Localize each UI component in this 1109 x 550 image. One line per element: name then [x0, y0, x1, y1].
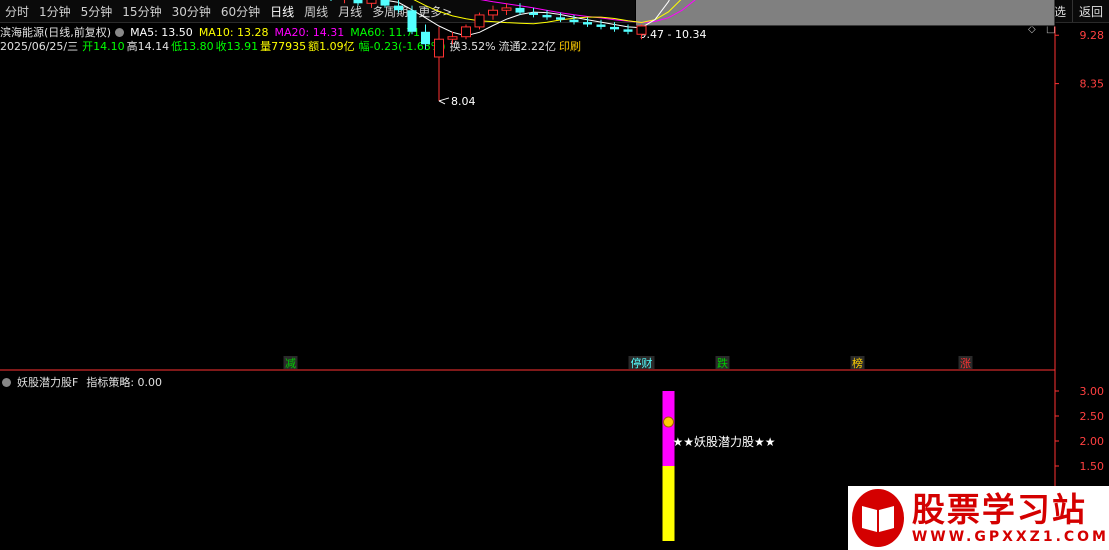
event-tag: 涨 — [960, 357, 971, 370]
candle-body — [596, 24, 606, 27]
price-tick-label: 9.28 — [1080, 29, 1105, 42]
indicator-settings-icon[interactable] — [2, 377, 11, 387]
candle-body — [636, 25, 647, 35]
candle-body — [394, 5, 403, 11]
watermark-url: WWW.GPXXZ1.COM — [911, 529, 1109, 545]
candle-body — [610, 26, 619, 30]
indicator-bar — [662, 466, 675, 541]
watermark: 股票学习站 WWW.GPXXZ1.COM — [848, 486, 1109, 550]
event-tag: 减 — [285, 357, 296, 370]
zone-label: 10.34 - 11.37 — [664, 0, 738, 1]
candle-body — [583, 22, 592, 25]
candle-body — [353, 0, 363, 4]
candle-body — [529, 12, 538, 15]
candle-body — [461, 26, 471, 38]
candle-body — [421, 31, 430, 45]
candle-body — [434, 38, 444, 58]
candle-body — [366, 0, 377, 4]
candle-body — [447, 36, 458, 40]
signal-label: ★★妖股潜力股★★ — [673, 435, 776, 449]
pressure-zone — [635, 0, 1056, 27]
money-bag-icon — [663, 416, 674, 428]
book-logo-icon — [852, 489, 904, 547]
watermark-title: 股票学习站 — [911, 490, 1087, 529]
indicator-value: 指标策略: 0.00 — [86, 376, 163, 389]
candle-body — [474, 14, 485, 28]
event-tag: 跌 — [717, 356, 728, 370]
indicator-header: 妖股潜力股F 指标策略: 0.00 — [0, 374, 168, 390]
candle-body — [542, 14, 552, 18]
stock-chart[interactable]: 17.1115.5514.1412.7311.4510.319.288.3514… — [0, 0, 1109, 550]
price-tick-label: 8.35 — [1080, 78, 1105, 91]
zone-label: 9.47 - 10.34 — [640, 28, 707, 41]
candle-body — [488, 9, 498, 16]
indicator-tick-label: 2.00 — [1080, 435, 1105, 448]
candle-body — [556, 17, 565, 20]
candle-body — [569, 19, 579, 23]
indicator-title: 妖股潜力股F — [17, 376, 79, 389]
event-tag: 停财 — [631, 356, 653, 370]
candle-body — [623, 29, 633, 32]
low-label: 8.04 — [451, 95, 476, 108]
candle-body — [380, 0, 390, 6]
candle-body — [501, 7, 512, 11]
indicator-tick-label: 1.50 — [1080, 460, 1105, 473]
indicator-tick-label: 3.00 — [1080, 385, 1105, 398]
candle-body — [515, 7, 525, 13]
low-marker — [438, 97, 450, 105]
indicator-tick-label: 2.50 — [1080, 410, 1105, 423]
candle-body — [407, 10, 417, 32]
event-tag: 榜 — [852, 356, 863, 370]
indicator-bar — [662, 391, 675, 466]
